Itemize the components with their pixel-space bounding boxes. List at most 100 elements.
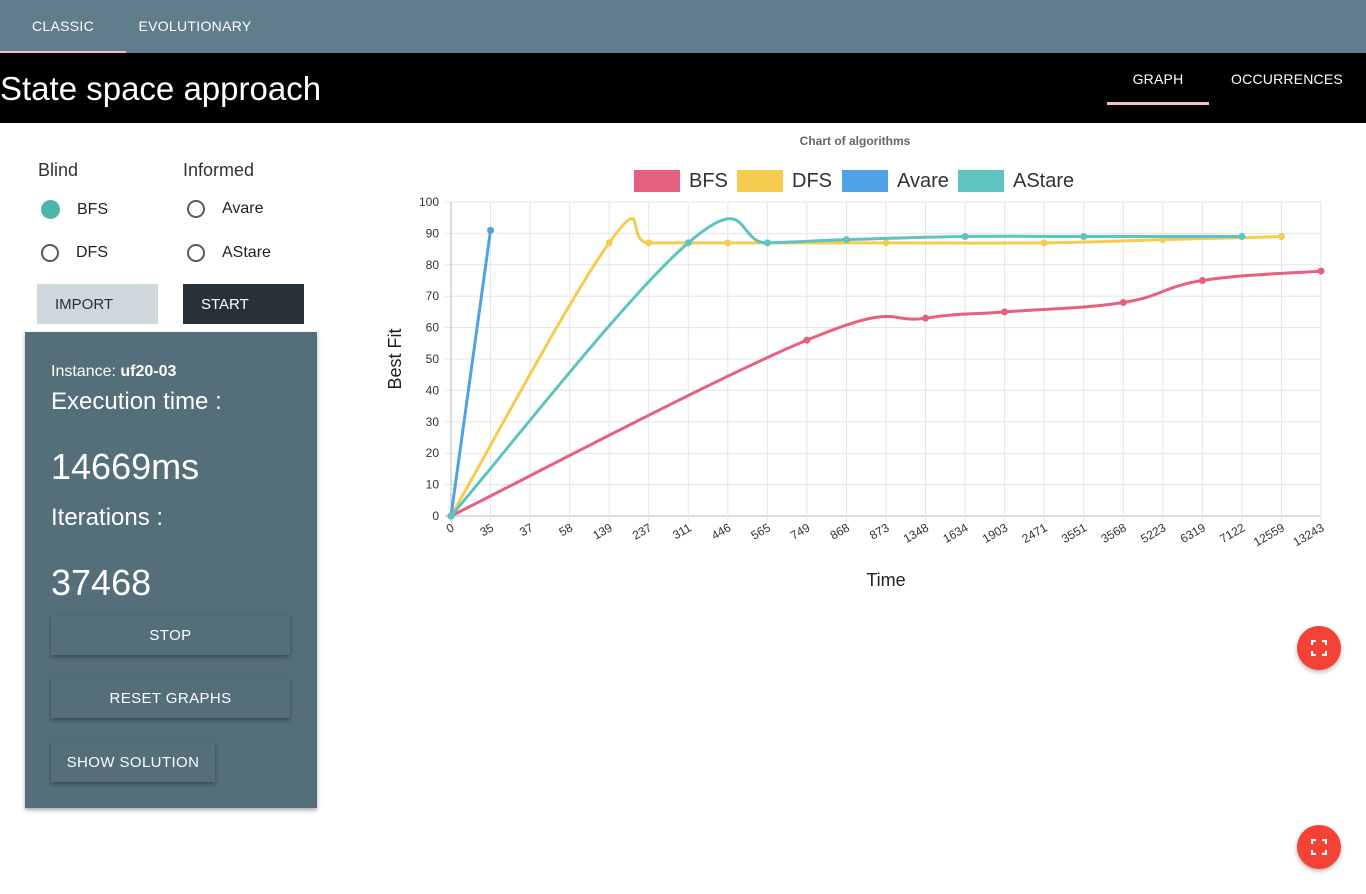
instance-info: Instance: uf20-03: [51, 363, 176, 381]
y-tick-label: 80: [426, 258, 440, 272]
reset-graphs-button[interactable]: RESET GRAPHS: [51, 678, 290, 718]
x-tick-label: 1903: [980, 520, 1010, 546]
data-point-dfs: [605, 239, 613, 247]
y-tick-label: 30: [426, 415, 440, 429]
data-point-astare: [842, 236, 850, 244]
tab-graph[interactable]: GRAPH: [1107, 53, 1209, 105]
x-tick-label: 12559: [1251, 520, 1287, 549]
y-tick-label: 90: [426, 226, 440, 240]
y-tick-label: 70: [426, 289, 440, 303]
data-point-astare: [1080, 233, 1088, 241]
page-title: State space approach: [0, 70, 322, 107]
legend-label: BFS: [689, 170, 728, 192]
x-tick-label: 446: [709, 520, 734, 542]
x-tick-label: 237: [630, 520, 655, 542]
x-tick-label: 3551: [1059, 520, 1089, 546]
blind-group-title: Blind: [38, 160, 79, 180]
data-point-bfs: [803, 336, 811, 344]
y-axis-title: Best Fit: [385, 328, 405, 389]
legend-label: Avare: [897, 170, 949, 192]
data-point-astare: [684, 239, 692, 247]
series-line-avare: [449, 230, 493, 517]
top-tab-bar: CLASSIC EVOLUTIONARY: [0, 0, 1366, 53]
radio-dfs-label: DFS: [76, 244, 108, 261]
x-tick-label: 13243: [1291, 520, 1327, 549]
header: State space approach GRAPH OCCURRENCES: [0, 53, 1366, 123]
radio-unchecked-icon: [187, 200, 205, 218]
y-tick-label: 100: [419, 195, 439, 209]
data-point-dfs: [1277, 233, 1285, 241]
tab-occurrences[interactable]: OCCURRENCES: [1221, 53, 1353, 105]
fullscreen-icon: [1311, 839, 1327, 855]
informed-group-title: Informed: [183, 160, 255, 180]
fullscreen-button[interactable]: [1297, 825, 1341, 869]
iterations-label: Iterations :: [51, 504, 164, 531]
tab-evolutionary[interactable]: EVOLUTIONARY: [126, 0, 264, 53]
y-tick-label: 20: [426, 446, 440, 460]
legend-label: DFS: [792, 170, 832, 192]
x-tick-label: 1348: [901, 520, 931, 546]
y-tick-label: 60: [426, 321, 440, 335]
data-point-astare: [763, 239, 771, 247]
x-tick-label: 0: [444, 520, 457, 536]
legend-swatch: [958, 170, 1004, 192]
exec-time-label: Execution time :: [51, 388, 222, 415]
data-point-dfs: [1040, 239, 1048, 247]
x-tick-label: 868: [828, 520, 853, 542]
y-tick-label: 10: [426, 478, 440, 492]
x-tick-label: 6319: [1178, 520, 1208, 546]
y-tick-label: 0: [432, 509, 439, 523]
data-point-astare: [961, 233, 969, 241]
show-solution-button[interactable]: SHOW SOLUTION: [51, 742, 215, 782]
exec-time-value: 14669ms: [51, 446, 200, 487]
import-button[interactable]: IMPORT: [37, 284, 158, 324]
data-point-bfs: [922, 314, 930, 322]
data-point-bfs: [1119, 298, 1127, 306]
radio-astare-label: AStare: [222, 244, 271, 261]
radio-astare[interactable]: AStare: [187, 244, 271, 262]
instance-label: Instance:: [51, 363, 121, 380]
y-tick-label: 40: [426, 383, 440, 397]
x-tick-label: 7122: [1217, 520, 1247, 546]
fullscreen-button[interactable]: [1297, 626, 1341, 670]
radio-checked-icon: [41, 200, 60, 219]
x-tick-label: 58: [557, 520, 576, 539]
x-tick-label: 565: [749, 520, 774, 542]
legend-swatch: [634, 170, 680, 192]
x-axis-title: Time: [866, 570, 905, 590]
algorithms-chart: 0 10 20 30 40 50 60 70 80 90 100 0 35 37 58 139 237 311 44…: [385, 170, 1327, 590]
legend-label: AStare: [1013, 170, 1074, 192]
x-tick-label: 873: [867, 520, 892, 542]
data-point-astare: [447, 512, 455, 520]
stop-button[interactable]: STOP: [51, 615, 290, 655]
x-tick-label: 3568: [1099, 520, 1129, 546]
y-tick-label: 50: [426, 352, 440, 366]
x-tick-label: 749: [788, 520, 813, 542]
radio-unchecked-icon: [187, 244, 205, 262]
start-button[interactable]: START: [183, 284, 304, 324]
tab-classic[interactable]: CLASSIC: [0, 0, 126, 53]
radio-dfs[interactable]: DFS: [41, 244, 108, 262]
radio-bfs-label: BFS: [77, 200, 109, 218]
radio-bfs[interactable]: BFS: [41, 200, 108, 219]
legend-swatch: [842, 170, 888, 192]
data-point-bfs: [1198, 277, 1206, 284]
instance-value: uf20-03: [120, 363, 177, 380]
iterations-value: 37468: [51, 562, 152, 603]
data-point-astare: [1238, 233, 1246, 241]
x-tick-label: 139: [590, 520, 615, 542]
chart-title: Chart of algorithms: [799, 134, 911, 148]
stats-card: Instance: uf20-03 Execution time : 14669…: [25, 332, 317, 808]
data-point-bfs: [1317, 267, 1325, 275]
fullscreen-icon: [1311, 640, 1327, 656]
x-tick-label: 1634: [940, 520, 970, 546]
radio-unchecked-icon: [41, 244, 59, 262]
data-point-dfs: [645, 239, 653, 247]
x-tick-label: 35: [477, 520, 496, 539]
x-tick-label: 5223: [1138, 520, 1168, 546]
radio-avare[interactable]: Avare: [187, 200, 264, 218]
x-tick-label: 311: [670, 520, 694, 542]
radio-avare-label: Avare: [222, 200, 264, 217]
legend-swatch: [737, 170, 783, 192]
x-tick-label: 37: [517, 520, 536, 539]
